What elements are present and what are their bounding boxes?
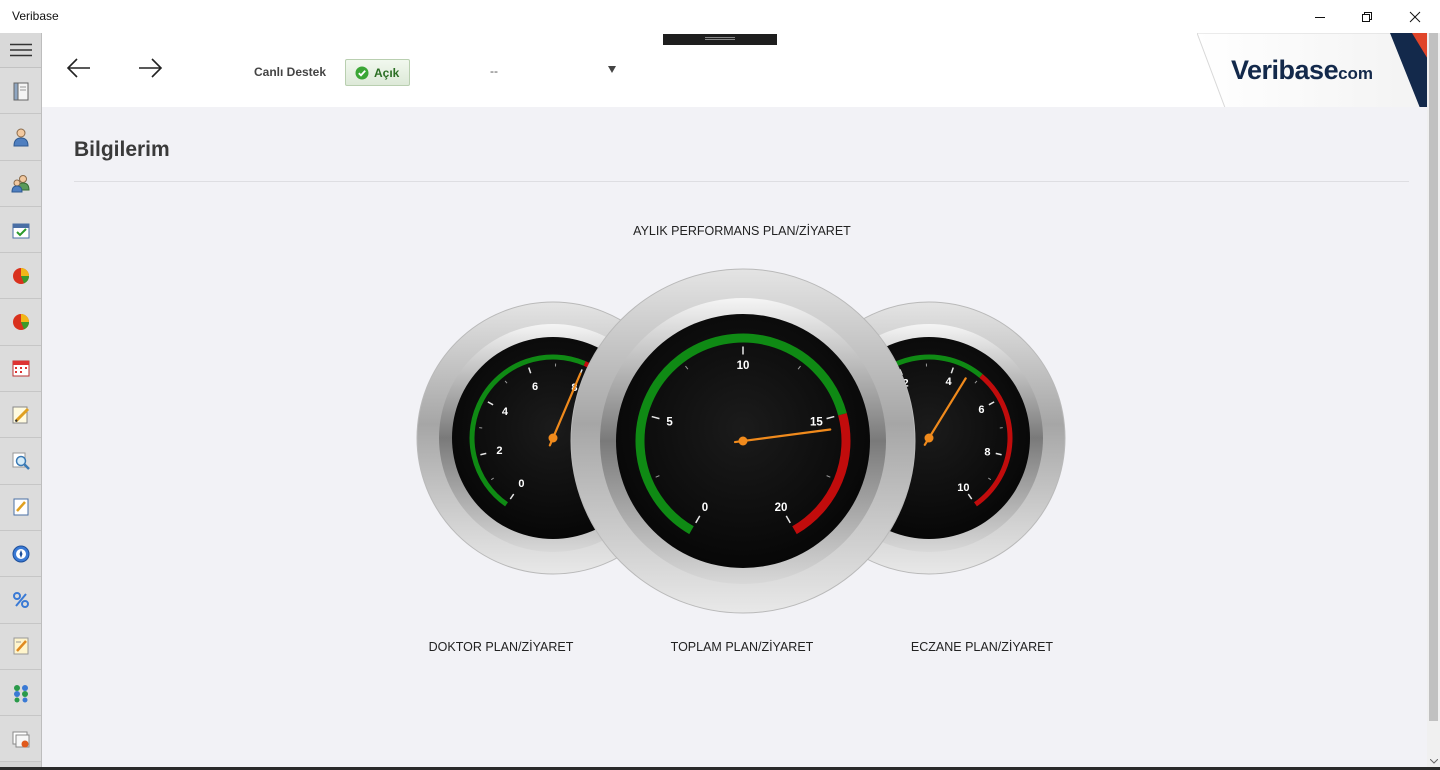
users-icon (10, 175, 30, 193)
pie-chart-icon (12, 267, 29, 284)
total-gauge: 0 5 10 15 20 (570, 268, 916, 614)
sidebar-item-tasks[interactable] (0, 206, 41, 254)
doctor-gauge-label: DOKTOR PLAN/ZİYARET (428, 640, 574, 654)
close-icon (1409, 11, 1421, 22)
gauge-tick-label: 5 (666, 416, 673, 428)
minimize-button[interactable] (1296, 0, 1344, 33)
sidebar-item-user[interactable] (0, 114, 41, 161)
book-icon (13, 82, 28, 101)
sidebar-item-percent[interactable] (0, 577, 41, 624)
performance-gauges: 0246810 0246810 05101520 (416, 268, 1066, 614)
sidebar (0, 33, 42, 770)
title-bar: Veribase (0, 0, 1440, 33)
gauge-needle-hub (548, 433, 558, 443)
gauge-tick-label: 6 (978, 404, 984, 416)
arrow-left-icon (66, 58, 90, 78)
gauge-needle-hub (924, 433, 934, 443)
scroll-down-button[interactable] (1427, 754, 1440, 768)
sidebar-item-report-1[interactable] (0, 253, 41, 300)
support-status-button[interactable]: Açık (345, 59, 410, 86)
sidebar-item-calendar[interactable] (0, 345, 41, 393)
restore-button[interactable] (1343, 0, 1391, 33)
support-status-label: Açık (374, 65, 400, 80)
dropdown-arrow-icon (608, 66, 616, 73)
chevron-down-icon (1429, 758, 1438, 764)
gauge-tick-label: 2 (496, 445, 502, 457)
gauge-needle-hub (738, 436, 748, 446)
sidebar-item-gallery[interactable] (0, 716, 41, 763)
gauge-tick-label: 10 (957, 482, 969, 494)
notepad-icon (13, 498, 28, 516)
pie-chart-icon (12, 314, 29, 331)
calendar-check-icon (12, 223, 29, 239)
gauge-tick-label: 10 (737, 360, 750, 372)
vertical-scrollbar[interactable] (1427, 33, 1440, 770)
gauge-tick-label: 0 (518, 478, 524, 490)
sidebar-item-notepad[interactable] (0, 484, 41, 531)
veribase-logo: Veribasecom (1197, 33, 1440, 113)
check-circle-icon (355, 66, 369, 79)
sidebar-item-book[interactable] (0, 68, 41, 115)
sidebar-item-search[interactable] (0, 438, 41, 485)
drag-handle[interactable] (663, 34, 777, 45)
sidebar-item-users[interactable] (0, 160, 41, 207)
window-title: Veribase (12, 9, 59, 23)
back-button[interactable] (64, 55, 94, 81)
percent-icon (12, 591, 29, 608)
sidebar-item-compass[interactable] (0, 530, 41, 578)
gauge-tick-label: 8 (984, 446, 990, 458)
sidebar-item-report-2[interactable] (0, 299, 41, 346)
pharmacy-gauge-label: ECZANE PLAN/ZİYARET (910, 640, 1054, 654)
total-gauge-label: TOPLAM PLAN/ZİYARET (670, 640, 814, 654)
minimize-icon (1315, 16, 1325, 18)
gauge-tick-label: 15 (810, 416, 823, 428)
gauge-tick-label: 6 (532, 381, 538, 393)
hamburger-icon (9, 43, 32, 57)
dots-icon (13, 684, 28, 702)
user-icon (12, 128, 29, 147)
gauge-tick-label: 20 (775, 502, 788, 514)
gauge-tick-label: 4 (502, 406, 509, 418)
calendar-icon (12, 360, 29, 377)
compass-icon (12, 545, 29, 563)
main-content: Bilgilerim AYLIK PERFORMANS PLAN/ZİYARET… (42, 107, 1427, 770)
dropdown-value: -- (490, 64, 498, 78)
restore-icon (1362, 11, 1372, 22)
gauge-tick-label: 4 (945, 376, 952, 388)
menu-button[interactable] (0, 33, 41, 68)
search-icon (12, 452, 30, 470)
document-icon (13, 637, 28, 655)
sidebar-item-document[interactable] (0, 623, 41, 670)
image-icon (12, 731, 29, 748)
logo-text: Veribasecom (1231, 55, 1374, 85)
arrow-right-icon (139, 58, 163, 78)
close-button[interactable] (1391, 0, 1439, 33)
gauge-tick-label: 0 (702, 502, 708, 514)
top-header: Canlı Destek Açık -- Veribasecom (42, 33, 1440, 113)
header-dropdown[interactable]: -- (482, 59, 622, 83)
forward-button[interactable] (135, 55, 165, 81)
sidebar-item-notes[interactable] (0, 392, 41, 439)
sidebar-item-modules[interactable] (0, 669, 41, 717)
scrollbar-thumb[interactable] (1429, 33, 1438, 721)
live-support-label: Canlı Destek (254, 65, 327, 79)
edit-icon (12, 406, 29, 424)
